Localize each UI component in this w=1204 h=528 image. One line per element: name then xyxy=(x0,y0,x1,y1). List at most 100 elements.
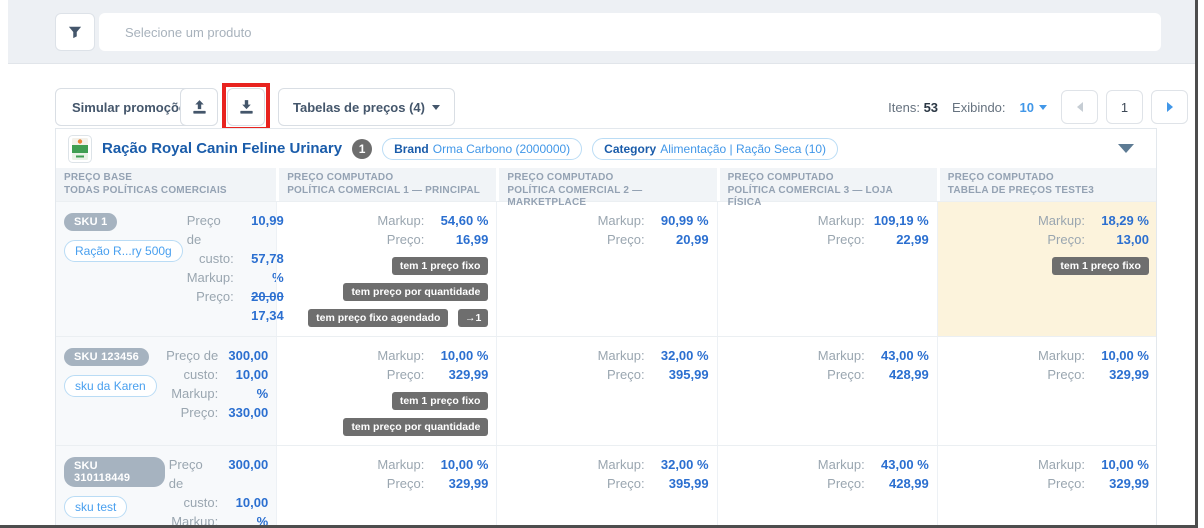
policy-cell: Markup:109,19 % Preço:22,99 xyxy=(717,202,937,336)
table-row: SKU 310118449 sku test Preço de300,00 cu… xyxy=(56,445,1156,528)
price-value: 428,99 xyxy=(871,365,929,384)
price-value: 329,99 xyxy=(1091,365,1149,384)
tray-arrow-down-icon xyxy=(238,99,255,116)
markup-value: 18,29 % xyxy=(1091,211,1149,230)
price-label: Preço: xyxy=(827,474,865,493)
price-label: Preço: xyxy=(387,474,425,493)
price-value: 329,99 xyxy=(1091,474,1149,493)
markup-label: Markup: xyxy=(377,211,424,230)
policy-cell: Markup:43,00 % Preço:428,99 xyxy=(717,337,937,445)
table-row: SKU 1 Ração R...ry 500g Preço de10,99 cu… xyxy=(56,201,1156,336)
product-search-input[interactable] xyxy=(99,13,1161,51)
variant-count-badge: 1 xyxy=(352,139,372,159)
filter-button[interactable] xyxy=(55,13,95,51)
page-size-dropdown[interactable]: 10 xyxy=(1020,100,1047,115)
markup-label: Markup: xyxy=(187,268,234,287)
page-prev-button[interactable] xyxy=(1061,90,1098,124)
price-label: Preço: xyxy=(827,230,865,249)
cost-value: 10,00 xyxy=(224,493,268,512)
markup-value: 43,00 % xyxy=(871,455,929,474)
window-right-edge xyxy=(1195,0,1198,528)
collapse-product-button triangle-down-icon[interactable] xyxy=(1118,144,1134,153)
markup-label: Markup: xyxy=(1038,346,1085,365)
cost-label: custo: xyxy=(199,249,234,268)
price-value: 329,99 xyxy=(430,365,488,384)
markup-value: 32,00 % xyxy=(651,455,709,474)
price-label: Preço: xyxy=(607,365,645,384)
category-pill: CategoryAlimentação | Ração Seca (10) xyxy=(592,138,838,160)
cost-price-label: Preço de xyxy=(169,455,218,493)
price-value: 330,00 xyxy=(224,403,268,422)
price-label: Preço: xyxy=(387,230,425,249)
arrow-right-icon: → xyxy=(465,312,476,324)
price-value: 395,99 xyxy=(651,365,709,384)
items-count: Itens: 53 xyxy=(888,100,938,115)
base-price-cell: SKU 310118449 sku test Preço de300,00 cu… xyxy=(56,446,276,528)
price-tables-dropdown[interactable]: Tabelas de preços (4) xyxy=(278,88,455,126)
filter-bar xyxy=(8,0,1195,64)
column-header-line2: TODAS POLÍTICAS COMERCIAIS xyxy=(64,185,268,198)
markup-value: 32,00 % xyxy=(651,346,709,365)
markup-value: 10,00 % xyxy=(430,346,488,365)
price-label: Preço: xyxy=(1047,365,1085,384)
base-price-cell: SKU 1 Ração R...ry 500g Preço de10,99 cu… xyxy=(56,202,276,336)
price-value: 329,99 xyxy=(430,474,488,493)
price-value: 20,99 xyxy=(651,230,709,249)
sku-name-link[interactable]: Ração R...ry 500g xyxy=(64,240,183,262)
sku-badge: SKU 123456 xyxy=(64,348,149,366)
price-tables-label: Tabelas de preços (4) xyxy=(293,100,425,115)
cost-label: custo: xyxy=(184,365,219,384)
fixed-price-badge: tem 1 preço fixo xyxy=(392,257,489,275)
price-label: Preço: xyxy=(827,365,865,384)
column-header-policy2: PREÇO COMPUTADO POLÍTICA COMERCIAL 2 — M… xyxy=(496,168,716,201)
page-next-button[interactable] xyxy=(1151,90,1188,124)
sku-badge: SKU 310118449 xyxy=(64,457,165,487)
items-label: Itens: xyxy=(888,100,920,115)
fixed-price-badge: tem 1 preço fixo xyxy=(392,392,489,410)
sku-name-link[interactable]: sku test xyxy=(64,496,127,518)
price-value: 22,99 xyxy=(871,230,929,249)
price-value: 13,00 xyxy=(1091,230,1149,249)
cost-value: 10,00 xyxy=(224,365,268,384)
markup-value: 54,60 % xyxy=(430,211,488,230)
cost-price-label: Preço de xyxy=(187,211,234,249)
product-thumbnail xyxy=(68,135,92,163)
column-header-policy3: PREÇO COMPUTADO POLÍTICA COMERCIAL 3 — L… xyxy=(717,168,937,201)
column-header-line1: PREÇO COMPUTADO xyxy=(948,172,1149,185)
markup-label: Markup: xyxy=(171,384,218,403)
markup-label: Markup: xyxy=(1038,455,1085,474)
markup-label: Markup: xyxy=(598,211,645,230)
scheduled-count-value: 1 xyxy=(476,312,482,324)
cost-price-value: 300,00 xyxy=(224,346,268,365)
markup-label: Markup: xyxy=(818,211,865,230)
download-button[interactable] xyxy=(227,88,265,126)
page-size-value: 10 xyxy=(1020,100,1034,115)
quantity-price-badge: tem preço por quantidade xyxy=(343,418,488,436)
policy-cell: Markup: 10,00 % Preço: 329,99 xyxy=(937,337,1157,445)
markup-value: 10,00 % xyxy=(1091,346,1149,365)
cost-price-value: 300,00 xyxy=(224,455,268,493)
scheduled-fixed-price-badge: tem preço fixo agendado xyxy=(308,309,448,327)
price-label: Preço: xyxy=(181,403,219,422)
scheduled-count-badge[interactable]: →1 xyxy=(458,309,488,327)
policy-cell: Markup:90,99 % Preço:20,99 xyxy=(496,202,716,336)
price-value: 428,99 xyxy=(871,474,929,493)
markup-label: Markup: xyxy=(377,455,424,474)
cost-price-label: Preço de xyxy=(166,346,218,365)
policy-cell: Markup:10,00 % Preço:329,99 tem 1 preço … xyxy=(276,337,496,445)
pricing-page: Simular promoções Tabelas de preços (4) … xyxy=(0,0,1204,528)
caret-down-icon xyxy=(432,105,440,110)
policy-cell: Markup: 43,00 % Preço: 428,99 xyxy=(717,446,937,528)
markup-value: 10,00 % xyxy=(430,455,488,474)
upload-button[interactable] xyxy=(180,88,218,126)
policy-cell-highlighted: Markup:18,29 % Preço:13,00 tem 1 preço f… xyxy=(937,202,1157,336)
markup-value: 90,99 % xyxy=(651,211,709,230)
brand-pill: BrandOrma Carbono (2000000) xyxy=(382,138,582,160)
column-header-line2: TABELA DE PREÇOS TESTE3 xyxy=(948,185,1149,198)
page-number-button[interactable]: 1 xyxy=(1106,90,1143,124)
sku-name-link[interactable]: sku da Karen xyxy=(64,375,157,397)
price-label: Preço: xyxy=(1047,230,1085,249)
column-header-teste3: PREÇO COMPUTADO TABELA DE PREÇOS TESTE3 xyxy=(937,168,1157,201)
quantity-price-badge: tem preço por quantidade xyxy=(343,283,488,301)
markup-label: Markup: xyxy=(818,455,865,474)
